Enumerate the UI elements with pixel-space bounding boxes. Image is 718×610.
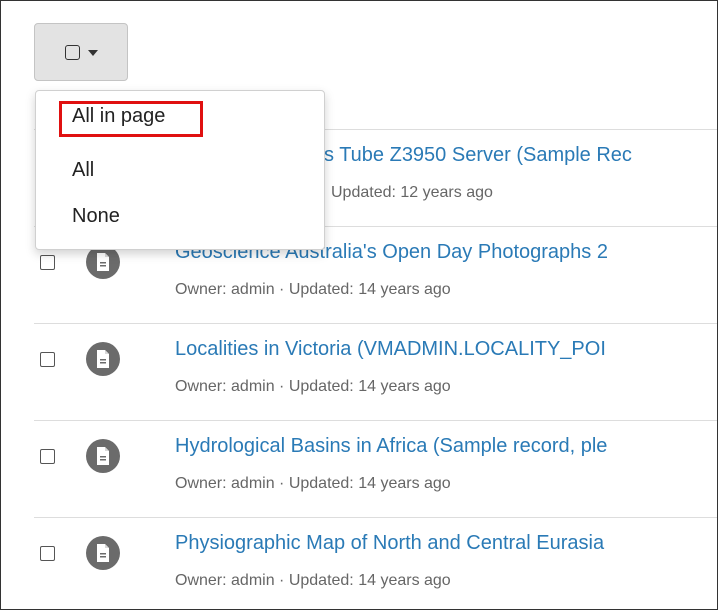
checkbox-square-icon (64, 44, 80, 60)
result-title-link[interactable]: Localities in Victoria (VMADMIN.LOCALITY… (175, 338, 606, 361)
select-dropdown-menu: All in page All None (35, 90, 325, 250)
results-panel: s Tube Z3950 Server (Sample Rec Updated:… (0, 0, 718, 610)
result-meta: Owner: admin · Updated: 14 years ago (175, 378, 451, 395)
list-item: Physiographic Map of North and Central E… (34, 517, 717, 609)
row-checkbox[interactable] (40, 255, 55, 270)
result-title-link[interactable]: Physiographic Map of North and Central E… (175, 532, 604, 555)
menu-item-all-in-page[interactable]: All in page (72, 105, 165, 128)
result-title-link[interactable]: s Tube Z3950 Server (Sample Rec (324, 144, 632, 167)
row-checkbox[interactable] (40, 546, 55, 561)
document-icon (86, 536, 120, 570)
document-icon (86, 342, 120, 376)
document-icon (86, 245, 120, 279)
document-icon (86, 439, 120, 473)
menu-item-none[interactable]: None (72, 205, 120, 228)
select-dropdown-button[interactable] (34, 23, 128, 81)
result-meta: Owner: admin · Updated: 14 years ago (175, 281, 451, 298)
result-meta: Owner: admin · Updated: 14 years ago (175, 475, 451, 492)
caret-down-icon (87, 50, 98, 56)
menu-item-all[interactable]: All (72, 159, 94, 182)
result-title-link[interactable]: Hydrological Basins in Africa (Sample re… (175, 435, 607, 458)
row-checkbox[interactable] (40, 449, 55, 464)
result-meta: Updated: 12 years ago (331, 184, 493, 201)
list-item: Hydrological Basins in Africa (Sample re… (34, 420, 717, 516)
list-item: Localities in Victoria (VMADMIN.LOCALITY… (34, 323, 717, 419)
result-meta: Owner: admin · Updated: 14 years ago (175, 572, 451, 589)
row-checkbox[interactable] (40, 352, 55, 367)
